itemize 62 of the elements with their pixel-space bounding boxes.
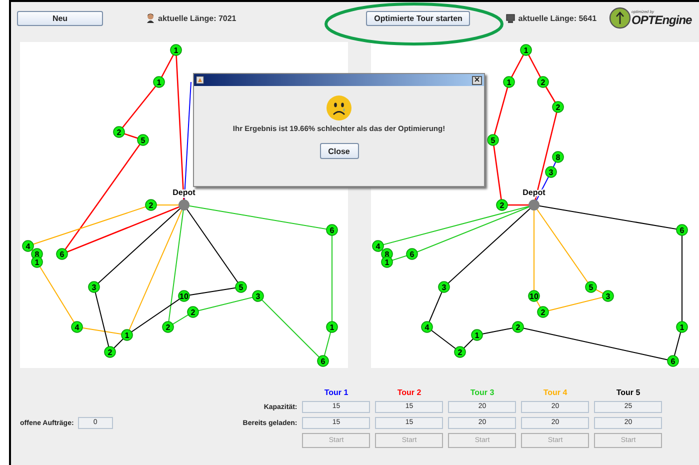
- customer-node[interactable]: 1: [381, 256, 393, 268]
- customer-node[interactable]: 1: [326, 321, 338, 333]
- up-arrow-logo-icon: [608, 7, 631, 29]
- customer-node[interactable]: 6: [56, 248, 68, 260]
- customer-node[interactable]: 4: [421, 321, 433, 333]
- customer-node[interactable]: 1: [153, 76, 165, 88]
- customer-node[interactable]: 6: [667, 355, 679, 367]
- customer-node[interactable]: 1: [170, 44, 182, 56]
- new-button[interactable]: Neu: [17, 10, 103, 26]
- customer-node[interactable]: 6: [326, 224, 338, 236]
- customer-node[interactable]: 2: [187, 306, 199, 318]
- tour-heading: Tour 3: [469, 388, 496, 397]
- customer-node[interactable]: 5: [137, 134, 149, 146]
- customer-node[interactable]: 4: [372, 240, 384, 252]
- tour-heading: Tour 5: [615, 388, 642, 397]
- computer-icon: [506, 14, 516, 22]
- customer-node[interactable]: 2: [162, 321, 174, 333]
- customer-node[interactable]: 2: [104, 346, 116, 358]
- customer-node[interactable]: 3: [545, 166, 557, 178]
- logo-text: OPTEngine: [632, 14, 692, 26]
- close-icon[interactable]: [472, 76, 482, 84]
- customer-node[interactable]: 1: [471, 329, 483, 341]
- customer-node[interactable]: 4: [71, 321, 83, 333]
- customer-node[interactable]: 2: [454, 346, 466, 358]
- customer-node[interactable]: 5: [235, 281, 247, 293]
- customer-node[interactable]: 2: [512, 321, 524, 333]
- customer-node[interactable]: 6: [317, 355, 329, 367]
- customer-node[interactable]: 8: [552, 151, 564, 163]
- close-button[interactable]: Close: [320, 143, 358, 159]
- user-length-label: aktuelle Länge: 7021: [158, 14, 236, 22]
- sad-face-icon: [326, 95, 352, 121]
- optimized-length-label: aktuelle Länge: 5641: [518, 14, 597, 22]
- customer-node[interactable]: 3: [88, 281, 100, 293]
- customer-node[interactable]: 1: [121, 329, 133, 341]
- tour-heading: Tour 4: [542, 388, 568, 397]
- customer-node[interactable]: 6: [406, 248, 418, 260]
- customer-node[interactable]: 10: [178, 290, 190, 302]
- customer-node[interactable]: 2: [145, 199, 157, 211]
- customer-node[interactable]: 6: [676, 224, 688, 236]
- depot-marker: [528, 200, 540, 210]
- customer-node[interactable]: 5: [487, 134, 499, 146]
- depot-marker: [178, 200, 190, 210]
- person-icon: [146, 13, 155, 23]
- customer-node[interactable]: 2: [496, 199, 508, 211]
- customer-node[interactable]: 1: [676, 321, 688, 333]
- customer-node[interactable]: 2: [537, 306, 549, 318]
- app-icon: [196, 76, 204, 84]
- customer-node[interactable]: 10: [528, 290, 540, 302]
- customer-node[interactable]: 5: [585, 281, 597, 293]
- customer-node[interactable]: 1: [31, 256, 43, 268]
- customer-node[interactable]: 3: [602, 290, 614, 302]
- tour-heading: Tour 2: [396, 388, 422, 397]
- customer-node[interactable]: 2: [552, 101, 564, 113]
- tour-heading: Tour 1: [323, 388, 350, 397]
- customer-node[interactable]: 2: [113, 126, 125, 138]
- customer-node[interactable]: 3: [252, 290, 264, 302]
- customer-node[interactable]: 3: [438, 281, 450, 293]
- customer-node[interactable]: 1: [503, 76, 515, 88]
- customer-node[interactable]: 4: [22, 240, 34, 252]
- start-optimized-tour-button[interactable]: Optimierte Tour starten: [366, 10, 470, 26]
- customer-node[interactable]: 1: [520, 44, 532, 56]
- customer-node[interactable]: 2: [537, 76, 549, 88]
